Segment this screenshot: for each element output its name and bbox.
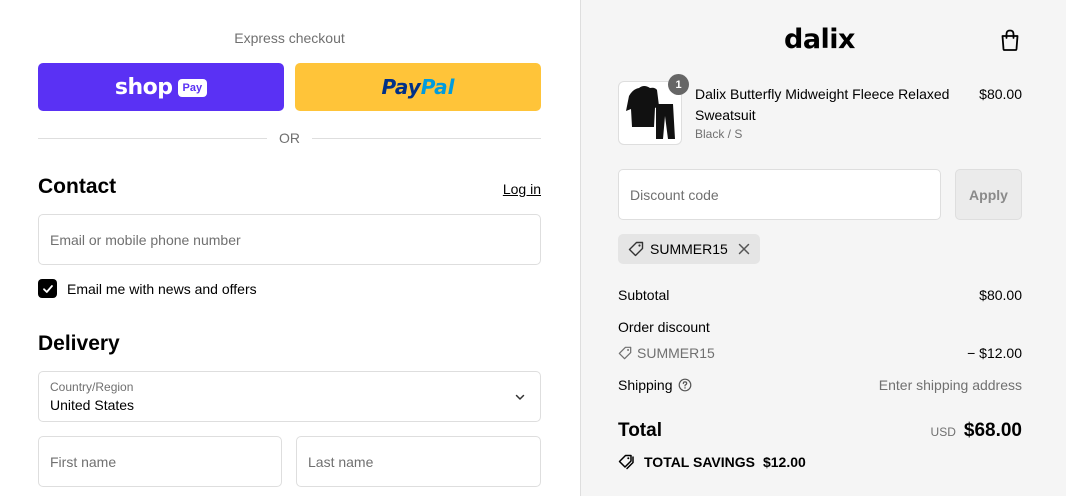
login-link[interactable]: Log in [503,181,541,197]
email-placeholder: Email or mobile phone number [50,231,241,248]
email-field[interactable]: Email or mobile phone number [38,214,541,265]
shipping-value: Enter shipping address [878,377,1022,393]
or-text: OR [279,130,300,146]
product-variant: Black / S [695,127,743,141]
shop-pay-badge: Pay [177,78,208,97]
discount-code-placeholder: Discount code [630,186,719,203]
apply-discount-button[interactable]: Apply [955,169,1022,220]
total-amount: USD $68.00 [931,420,1022,442]
shop-pay-button[interactable]: shop Pay [38,63,284,111]
divider-line [38,137,267,139]
order-discount-label: Order discount [618,319,710,335]
last-name-placeholder: Last name [308,453,374,470]
total-savings-label: TOTAL SAVINGS [644,454,755,470]
close-icon [738,243,750,255]
order-discount-code-text: SUMMER15 [637,345,715,361]
newsletter-label: Email me with news and offers [67,280,257,297]
applied-discount-chip: SUMMER15 [618,234,760,264]
country-value: United States [50,397,135,413]
first-name-placeholder: First name [50,453,117,470]
product-price: $80.00 [979,86,1022,102]
delivery-heading: Delivery [38,332,120,355]
subtotal-label: Subtotal [618,287,670,303]
paypal-button[interactable]: Pay Pal [295,63,541,111]
chevron-down-icon [515,394,525,400]
product-name: Dalix Butterfly Midweight Fleece Relaxed… [695,86,950,123]
checkmark-icon [42,284,53,293]
shipping-label: Shipping [618,377,673,393]
shopping-bag-icon[interactable] [999,28,1021,52]
shipping-row: Shipping [618,377,692,393]
contact-heading: Contact [38,175,117,198]
brand-logo[interactable]: dalix [784,24,855,55]
last-name-field[interactable]: Last name [296,436,541,487]
total-label: Total [618,420,662,441]
total-savings-value: $12.00 [762,454,806,470]
tag-icon [628,241,644,257]
tag-icon [618,346,632,360]
discount-code-field[interactable]: Discount code [618,169,941,220]
quantity-badge: 1 [668,74,689,95]
total-value: $68.00 [963,420,1022,441]
order-discount-value: − $12.00 [967,345,1022,361]
total-currency: USD [930,425,956,439]
paypal-wordmark-pay: Pay [381,75,421,99]
subtotal-value: $80.00 [979,287,1022,303]
or-divider: OR [38,128,541,148]
first-name-field[interactable]: First name [38,436,282,487]
paypal-wordmark-pal: Pal [420,75,455,99]
checkout-form-panel: Express checkout shop Pay Pay Pal OR Cont… [0,0,580,496]
help-icon[interactable] [678,378,692,392]
order-discount-code: SUMMER15 [618,345,715,361]
shop-pay-wordmark: shop [114,74,173,100]
tags-icon [618,454,634,470]
divider-line [312,137,541,139]
newsletter-checkbox[interactable] [38,279,57,298]
applied-discount-code: SUMMER15 [650,241,728,257]
total-savings: TOTAL SAVINGS $12.00 [618,454,806,470]
country-label: Country/Region [50,380,134,394]
remove-discount-button[interactable] [738,243,750,255]
express-checkout-title: Express checkout [234,30,345,46]
country-select[interactable]: Country/Region United States [38,371,541,422]
newsletter-option[interactable]: Email me with news and offers [38,279,257,298]
